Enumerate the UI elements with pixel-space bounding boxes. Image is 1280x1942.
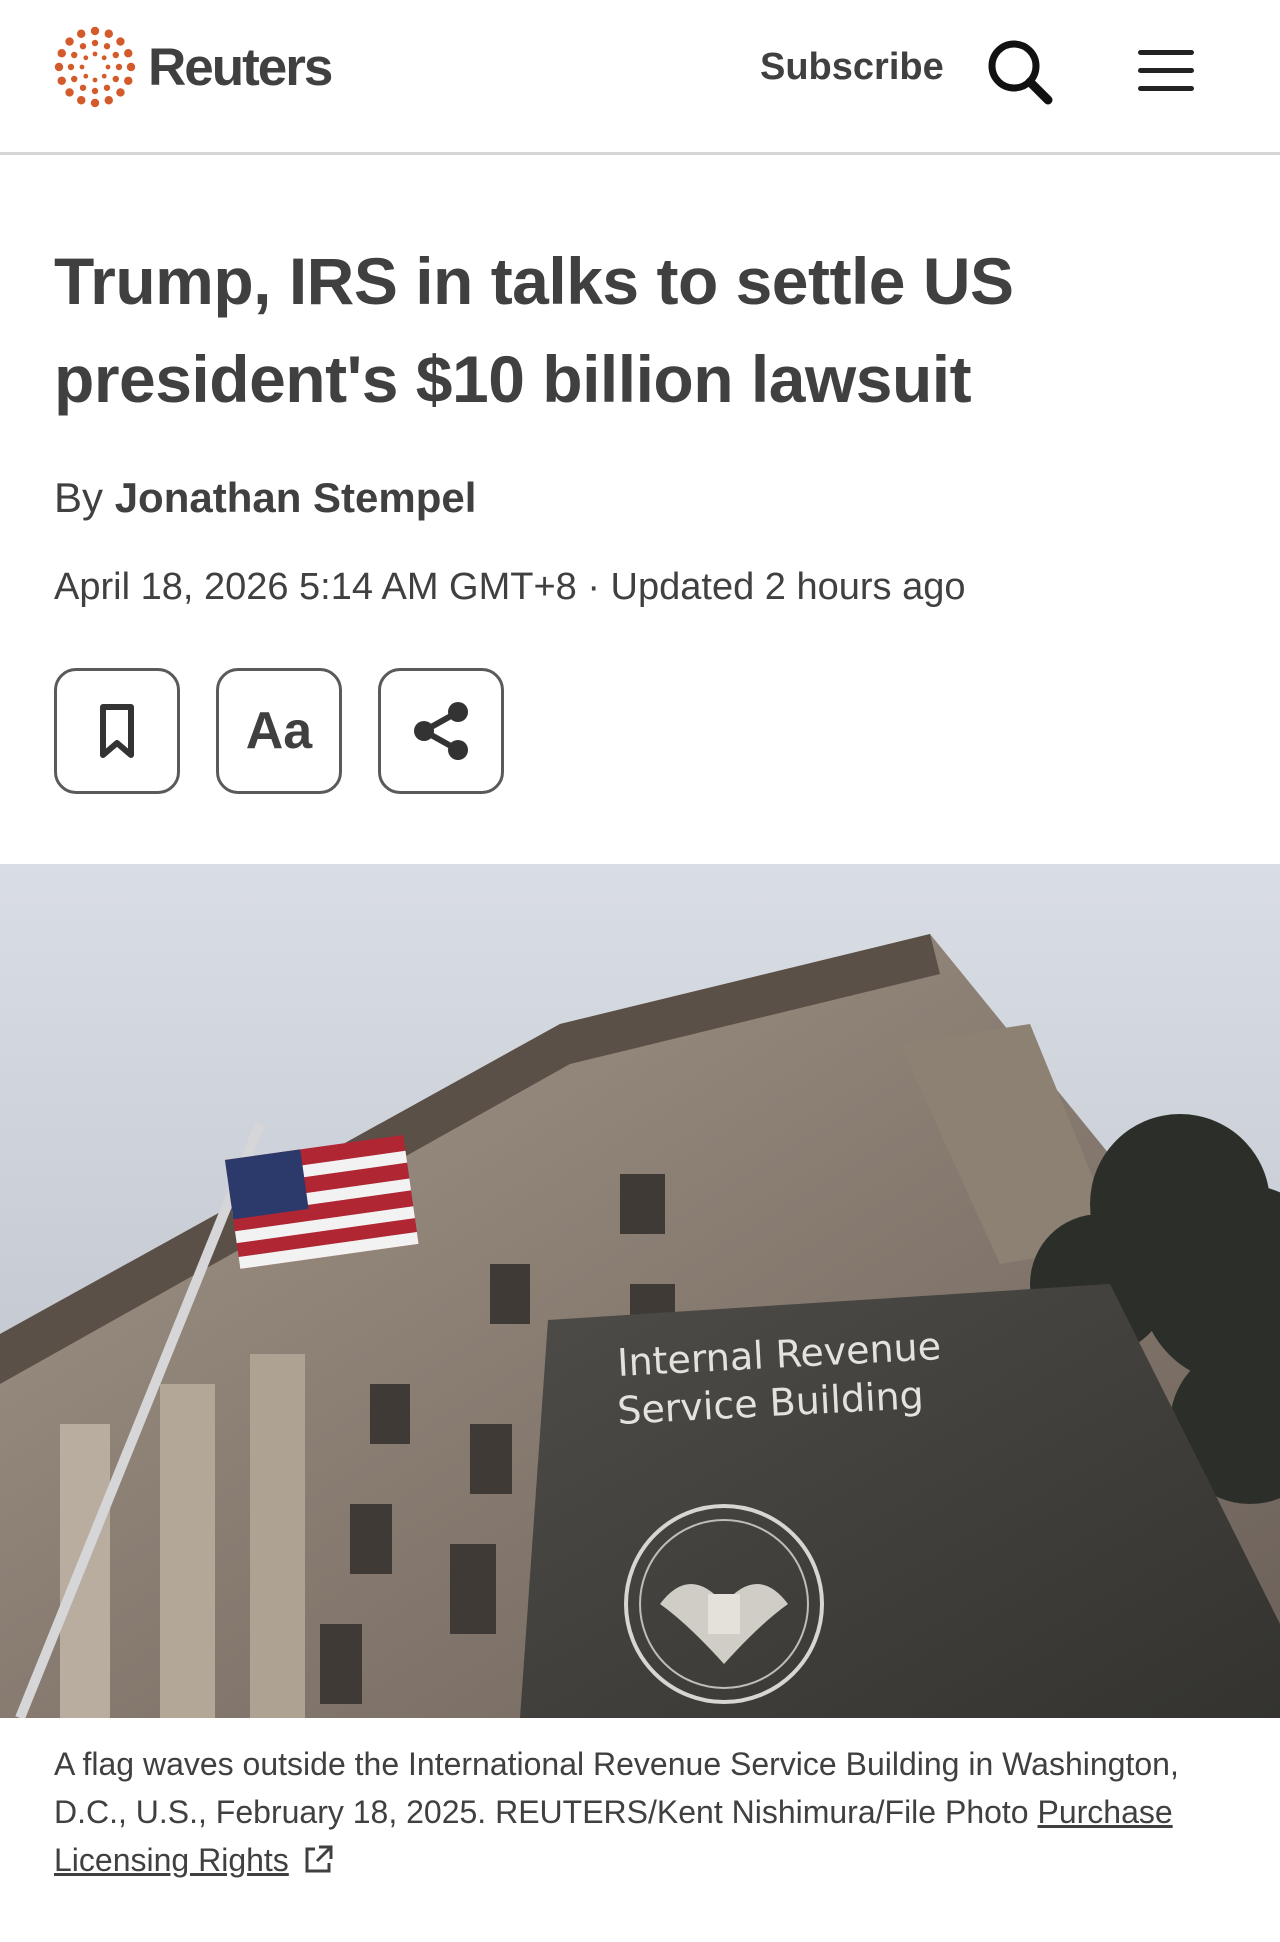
logo-dot (124, 49, 133, 58)
article-photo[interactable]: Internal Revenue Service Building (0, 864, 1280, 1718)
logo-dot (126, 62, 136, 72)
logo-dot (71, 75, 78, 83)
text-size-button[interactable]: Aa (216, 668, 342, 794)
logo-dot (91, 39, 99, 47)
logo-dot (115, 63, 123, 71)
logo-dot (57, 49, 66, 58)
share-button[interactable] (378, 668, 504, 794)
article-dateline: April 18, 2026 5:14 AM GMT+8 · Updated 2… (54, 566, 966, 608)
logo-dot (79, 64, 85, 70)
brand-name: Reuters (148, 37, 333, 97)
text-size-label: Aa (245, 702, 313, 760)
byline-prefix: By (54, 474, 104, 521)
logo-dot (103, 43, 111, 50)
share-icon (414, 702, 468, 760)
logo-dot (79, 43, 87, 50)
logo-dot (79, 84, 87, 91)
bookmark-button[interactable] (54, 668, 180, 794)
logo-dot (116, 37, 125, 46)
logo-dot (116, 88, 125, 97)
logo-dot (54, 62, 64, 72)
logo-dot (104, 96, 113, 105)
logo-dot (104, 29, 113, 38)
subscribe-link[interactable]: Subscribe (760, 46, 944, 89)
logo-dot (112, 75, 119, 83)
logo-dot (112, 51, 119, 59)
external-link-icon[interactable] (301, 1843, 335, 1877)
search-button[interactable] (984, 36, 1056, 108)
logo-dot (65, 88, 74, 97)
article-actions: Aa (54, 668, 504, 794)
site-header: Reuters Subscribe (0, 0, 1280, 155)
article-headline: Trump, IRS in talks to settle US preside… (54, 244, 1014, 416)
logo-dot (101, 73, 107, 79)
logo-dot (65, 37, 74, 46)
hamburger-menu-icon (1138, 50, 1194, 91)
byline: By Jonathan Stempel (54, 474, 476, 522)
irs-building-photo: Internal Revenue Service Building (0, 864, 1280, 1718)
logo-dot (103, 84, 111, 91)
menu-button[interactable] (1136, 46, 1196, 96)
logo-dot (77, 29, 86, 38)
logo-dot (57, 76, 66, 85)
logo-dot (71, 51, 78, 59)
logo-dot (83, 73, 89, 79)
search-icon (988, 40, 1053, 105)
reuters-home-link[interactable]: Reuters (52, 24, 333, 110)
logo-dot (90, 26, 100, 36)
logo-dot (90, 98, 100, 108)
author-link[interactable]: Jonathan Stempel (115, 474, 477, 521)
logo-dot (67, 63, 75, 71)
logo-dot (124, 76, 133, 85)
logo-dot (91, 87, 99, 95)
caption-text: A flag waves outside the International R… (54, 1746, 1179, 1830)
logo-dot (92, 51, 98, 57)
photo-caption: A flag waves outside the International R… (54, 1740, 1234, 1884)
logo-dot (105, 64, 111, 70)
logo-dot (83, 55, 89, 61)
logo-dot (92, 77, 98, 83)
logo-dot (101, 55, 107, 61)
logo-dot (77, 96, 86, 105)
reuters-logo-icon (54, 26, 136, 108)
bookmark-icon (100, 704, 134, 758)
